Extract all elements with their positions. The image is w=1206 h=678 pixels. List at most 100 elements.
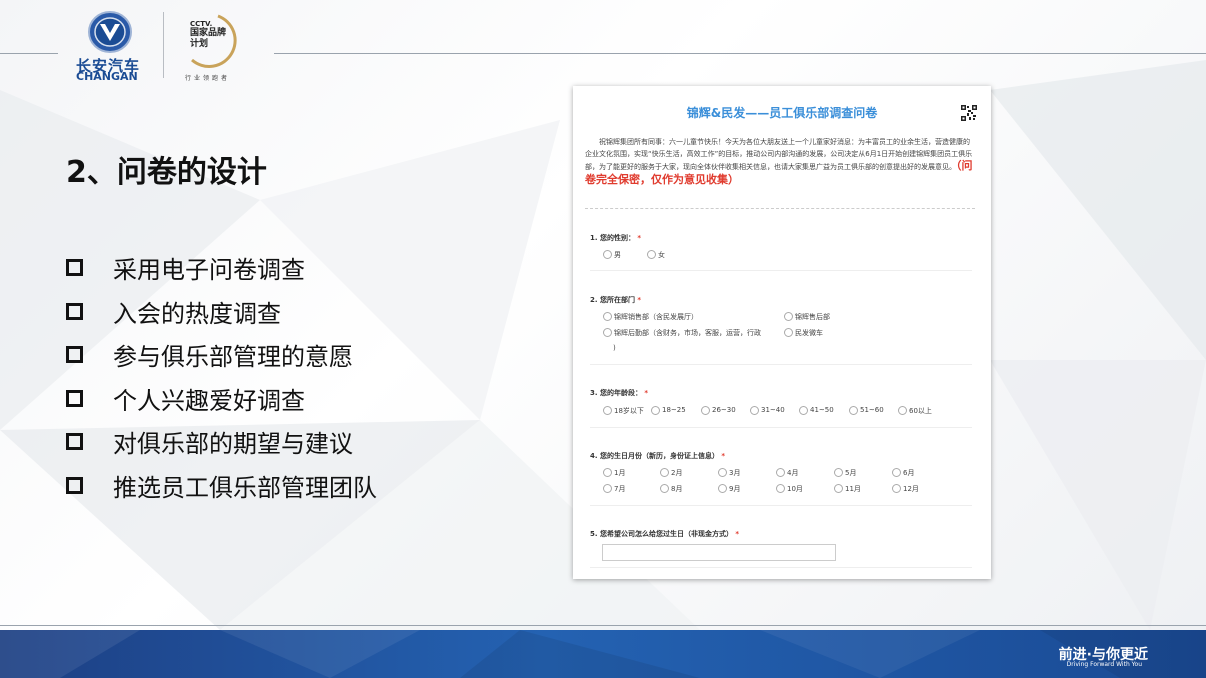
question-label: 2. 您所在部门 (590, 296, 635, 304)
bullet-text: 采用电子问卷调查 (113, 256, 305, 285)
required-mark: * (637, 234, 642, 242)
changan-logo-icon (88, 11, 132, 53)
footer-slogan-english: Driving Forward With You (1066, 661, 1142, 668)
option-label: 7月 (614, 485, 626, 493)
radio-option[interactable]: 锦辉销售部（含民发展厅） (603, 312, 698, 322)
radio-option[interactable]: 锦辉后勤部（含财务，市场，客服，运营，行政 (603, 328, 761, 338)
slide-title: 2、问卷的设计 (66, 155, 267, 190)
option-label: 3月 (729, 469, 741, 477)
required-mark: * (644, 389, 649, 397)
bullet-text: 推选员工俱乐部管理团队 (113, 473, 377, 502)
option-label: 6月 (903, 469, 915, 477)
radio-option[interactable]: 11月 (834, 484, 861, 494)
bullet-item: 入会的热度调查 (66, 290, 377, 334)
option-label: 26~30 (712, 406, 736, 414)
bullet-text: 参与俱乐部管理的意愿 (113, 343, 353, 372)
logo-english-text: CHANGAN (76, 70, 138, 83)
radio-circle-icon (660, 484, 669, 493)
question-label: 4. 您的生日月份（新历，身份证上信息） (590, 452, 719, 460)
radio-option[interactable]: 26~30 (701, 406, 736, 415)
option-label: 18~25 (662, 406, 686, 414)
cctv-brand-plan: 国家品牌计划 (190, 28, 227, 49)
square-bullet-icon (66, 389, 83, 407)
radio-option[interactable]: 60以上 (898, 406, 932, 416)
radio-option[interactable]: 41~50 (799, 406, 834, 415)
required-mark: * (735, 530, 740, 538)
radio-circle-icon (603, 250, 612, 259)
radio-circle-icon (784, 312, 793, 321)
radio-circle-icon (603, 468, 612, 477)
header-line-left (0, 53, 58, 54)
survey-intro: 祝锦辉集团所有同事：六一儿童节快乐！今天为各位大朋友送上一个儿童家好消息：为丰富… (585, 137, 973, 187)
question-2: 2. 您所在部门 * (590, 295, 641, 305)
radio-circle-icon (892, 484, 901, 493)
survey-title: 锦辉&民发——员工俱乐部调查问卷 (686, 106, 878, 120)
radio-circle-icon (776, 468, 785, 477)
radio-circle-icon (799, 406, 808, 415)
option-label: 民发微车 (795, 329, 823, 337)
radio-circle-icon (834, 484, 843, 493)
survey-screenshot: 锦辉&民发——员工俱乐部调查问卷 祝锦辉集团所有同事：六一儿童节快乐！今天为各位… (573, 86, 991, 579)
radio-option[interactable]: 男 (603, 250, 621, 260)
question-1: 1. 您的性别： * (590, 233, 641, 243)
question-divider (590, 505, 972, 506)
header-line-right (274, 53, 1206, 54)
radio-option[interactable]: 31~40 (750, 406, 785, 415)
radio-option[interactable]: 7月 (603, 484, 625, 494)
option-label: 11月 (845, 485, 861, 493)
radio-option[interactable]: 51~60 (849, 406, 884, 415)
radio-option[interactable]: 民发微车 (784, 328, 823, 338)
radio-option[interactable]: 5月 (834, 468, 856, 478)
question-label: 3. 您的年龄段： (590, 389, 642, 397)
option-label: 5月 (845, 469, 857, 477)
radio-option[interactable]: 锦辉售后部 (784, 312, 830, 322)
radio-option[interactable]: 10月 (776, 484, 803, 494)
radio-circle-icon (603, 312, 612, 321)
radio-option[interactable]: 1月 (603, 468, 625, 478)
radio-circle-icon (784, 328, 793, 337)
bullet-text: 个人兴趣爱好调查 (113, 386, 305, 415)
radio-option[interactable]: 2月 (660, 468, 682, 478)
radio-circle-icon (718, 484, 727, 493)
bullet-item: 对俱乐部的期望与建议 (66, 420, 377, 464)
square-bullet-icon (66, 476, 83, 494)
option-label: 1月 (614, 469, 626, 477)
radio-option[interactable]: 4月 (776, 468, 798, 478)
question-3: 3. 您的年龄段： * (590, 388, 648, 398)
question-divider (590, 270, 972, 271)
bullet-item: 参与俱乐部管理的意愿 (66, 333, 377, 377)
radio-circle-icon (849, 406, 858, 415)
radio-option[interactable]: 女 (647, 250, 665, 260)
radio-option[interactable]: 12月 (892, 484, 919, 494)
radio-circle-icon (898, 406, 907, 415)
birthday-suggestion-textarea[interactable] (602, 544, 836, 561)
option-label: 锦辉后勤部（含财务，市场，客服，运营，行政 (614, 329, 761, 337)
radio-option[interactable]: 8月 (660, 484, 682, 494)
option-label: 51~60 (860, 406, 884, 414)
option-label: 2月 (671, 469, 683, 477)
cctv-label: CCTV. (190, 20, 213, 28)
radio-option[interactable]: 6月 (892, 468, 914, 478)
survey-intro-text: 祝锦辉集团所有同事：六一儿童节快乐！今天为各位大朋友送上一个儿童家好消息：为丰富… (585, 138, 973, 171)
radio-option[interactable]: 3月 (718, 468, 740, 478)
radio-circle-icon (603, 484, 612, 493)
option-label: 31~40 (761, 406, 785, 414)
question-5: 5. 您希望公司怎么给您过生日（非现金方式） * (590, 529, 739, 539)
radio-circle-icon (647, 250, 656, 259)
square-bullet-icon (66, 433, 83, 451)
option-label: 锦辉售后部 (795, 313, 830, 321)
radio-circle-icon (660, 468, 669, 477)
option-label: 8月 (671, 485, 683, 493)
radio-circle-icon (750, 406, 759, 415)
radio-option[interactable]: 9月 (718, 484, 740, 494)
option-label: 18岁以下 (614, 407, 644, 415)
question-label: 1. 您的性别： (590, 234, 635, 242)
question-4: 4. 您的生日月份（新历，身份证上信息） * (590, 451, 725, 461)
bullet-item: 采用电子问卷调查 (66, 246, 377, 290)
bullet-text: 对俱乐部的期望与建议 (113, 430, 353, 459)
footer-line (0, 625, 1206, 626)
radio-option[interactable]: 18~25 (651, 406, 686, 415)
radio-option[interactable]: 18岁以下 (603, 406, 644, 416)
radio-circle-icon (651, 406, 660, 415)
radio-circle-icon (603, 328, 612, 337)
